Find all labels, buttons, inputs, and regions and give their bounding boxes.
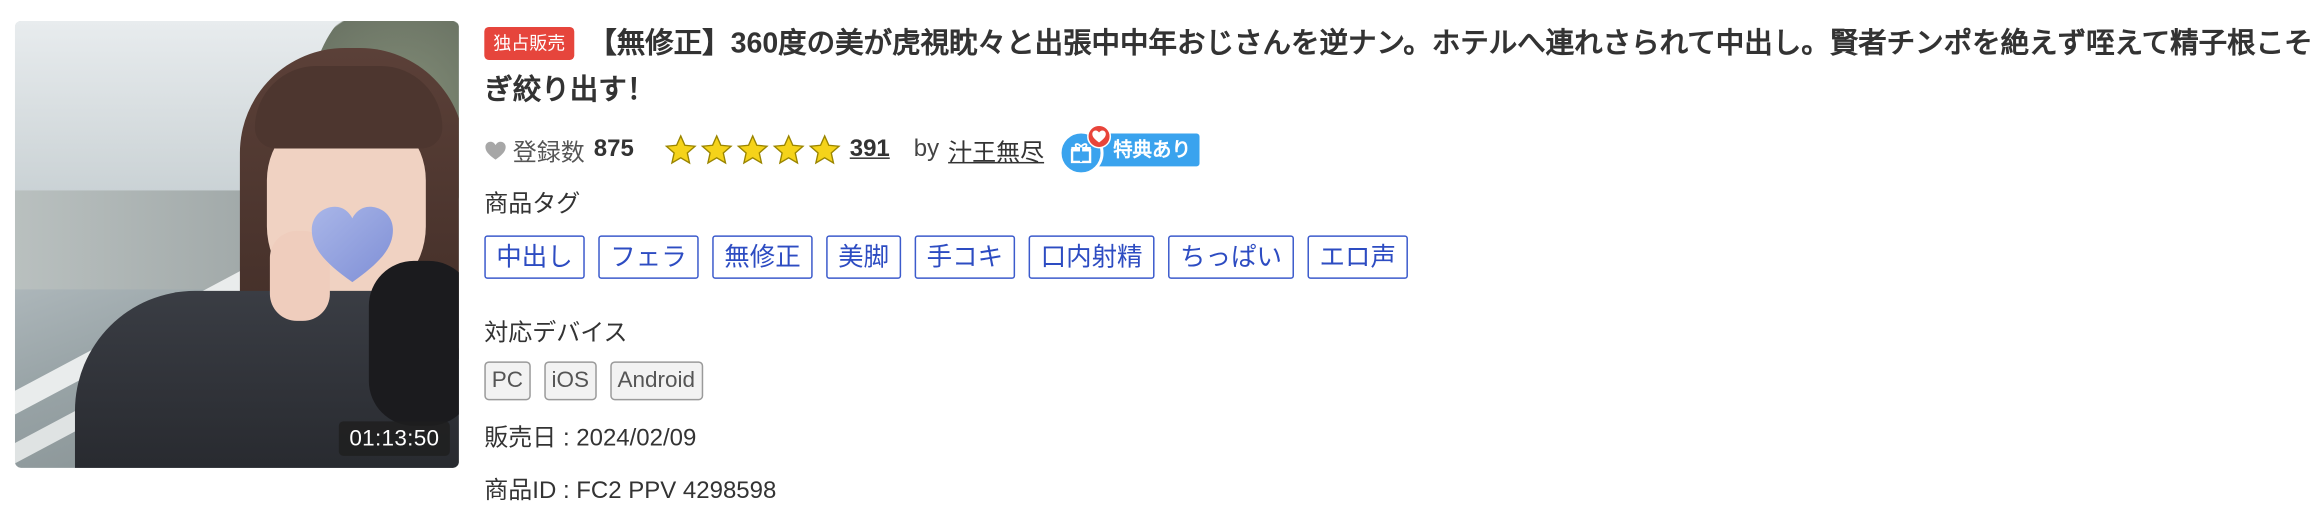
star-icon <box>736 134 769 165</box>
devices-label: 対応デバイス <box>484 320 628 347</box>
product-id: 商品ID : FC2 PPV 4298598 <box>484 478 777 504</box>
tag-item[interactable]: ちっぱい <box>1168 235 1294 279</box>
tag-item[interactable]: フェラ <box>598 235 699 279</box>
device-list: PC iOS Android <box>484 361 2313 401</box>
heart-notification-icon <box>1087 124 1112 149</box>
heart-icon[interactable] <box>484 139 506 161</box>
device-badge: PC <box>484 361 531 401</box>
product-info: 独占販売 【無修正】360度の美が虎視眈々と出張中中年おじさんを逆ナン。ホテルへ… <box>484 21 2313 505</box>
exclusive-badge: 独占販売 <box>484 26 575 60</box>
thumbnail-bangs <box>254 65 443 149</box>
product-title-block[interactable]: 独占販売 【無修正】360度の美が虎視眈々と出張中中年おじさんを逆ナン。ホテルへ… <box>484 21 2313 114</box>
review-count-link[interactable]: 391 <box>850 136 890 163</box>
tag-item[interactable]: 美脚 <box>826 235 902 279</box>
registration-label: 登録数 <box>512 140 585 167</box>
release-date: 販売日 : 2024/02/09 <box>484 425 697 452</box>
star-icon <box>772 134 805 165</box>
device-badge: iOS <box>544 361 597 401</box>
censor-heart-icon <box>311 206 393 283</box>
device-badge: Android <box>610 361 703 401</box>
product-title[interactable]: 【無修正】360度の美が虎視眈々と出張中中年おじさんを逆ナン。ホテルへ連れさられ… <box>484 28 2312 106</box>
star-icon <box>808 134 841 165</box>
registration-count: 875 <box>593 136 634 162</box>
star-icon <box>700 134 733 165</box>
tag-item[interactable]: エロ声 <box>1307 235 1408 279</box>
author-link[interactable]: 汁王無尽 <box>948 132 1044 168</box>
by-label: by <box>913 136 940 162</box>
rating-stars[interactable] <box>664 133 844 166</box>
tag-item[interactable]: 口内射精 <box>1028 235 1155 279</box>
tag-list: 中出し フェラ 無修正 美脚 手コキ 口内射精 ちっぱい エロ声 <box>484 235 2313 279</box>
star-icon <box>664 134 697 165</box>
product-thumbnail[interactable]: 01:13:50 <box>14 20 459 468</box>
tag-item[interactable]: 無修正 <box>712 235 813 279</box>
perk-badge[interactable]: 特典あり <box>1059 124 1201 176</box>
stats-row: 登録数 875 391 by 汁王無尽 特典あり <box>484 124 2313 176</box>
video-duration: 01:13:50 <box>338 421 450 456</box>
tag-item[interactable]: 手コキ <box>914 235 1016 279</box>
tag-item[interactable]: 中出し <box>484 235 585 279</box>
tags-label: 商品タグ <box>484 191 581 218</box>
